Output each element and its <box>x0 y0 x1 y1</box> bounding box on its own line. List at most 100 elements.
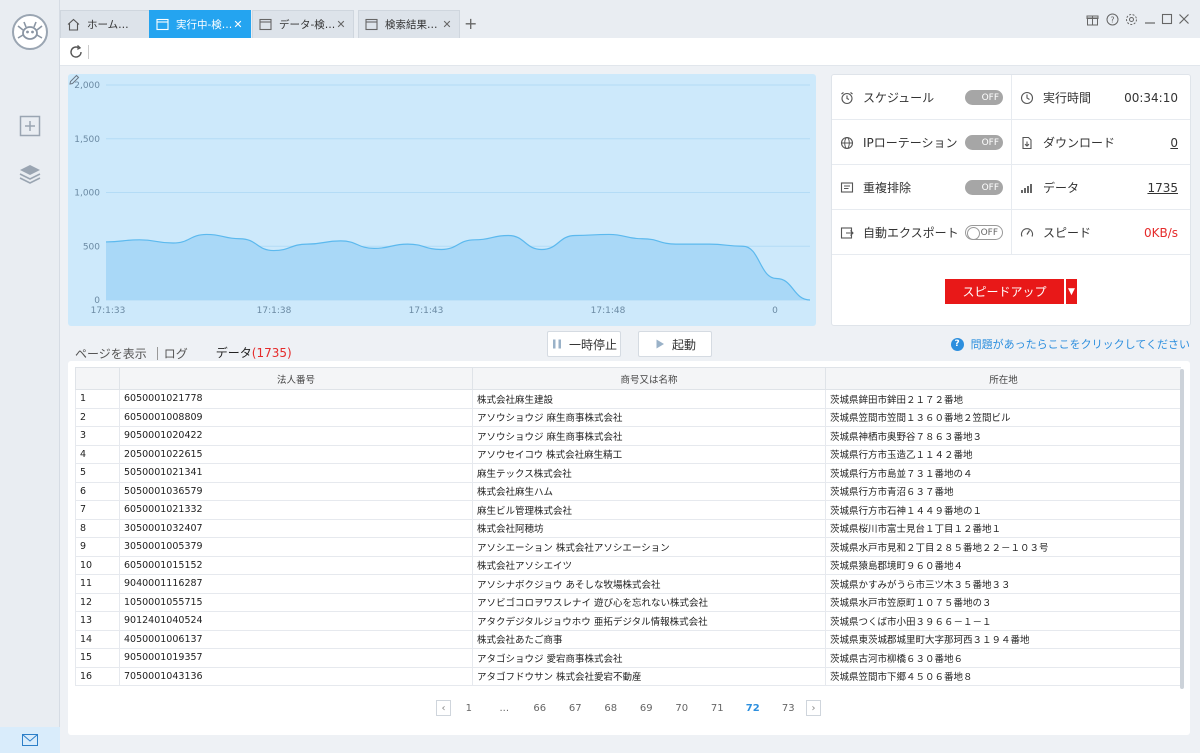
page-number[interactable]: 1 <box>451 703 487 714</box>
page-number: ... <box>499 702 510 714</box>
table-cell: 4 <box>75 444 120 464</box>
table-row[interactable]: 6 5050001036579 株式会社麻生ハム 茨城県行方市青沼６３７番地 <box>75 481 1181 501</box>
prev-page-icon[interactable]: ‹ <box>436 700 451 716</box>
stats-panel: スケジュール OFF 実行時間 00:34:10 IPローテーション OFF ダ… <box>831 74 1191 326</box>
table-cell: アタクデジタルジョウホウ 亜拓デジタル情報株式会社 <box>472 611 826 631</box>
tab-home[interactable]: ホーム… <box>60 10 162 38</box>
table-cell: 5 <box>75 463 120 483</box>
tab-label: 実行中-検… <box>176 19 232 31</box>
next-page-icon[interactable]: › <box>806 700 821 716</box>
download-stat: ダウンロード 0 <box>1012 120 1190 165</box>
dedup-toggle[interactable]: OFF <box>965 180 1003 195</box>
add-tab-icon[interactable]: + <box>464 14 477 33</box>
schedule-toggle[interactable]: OFF <box>965 90 1003 105</box>
close-icon[interactable]: ✕ <box>335 18 347 31</box>
page-number[interactable]: 69 <box>629 703 665 714</box>
reload-icon[interactable] <box>68 44 84 60</box>
table-row[interactable]: 9 3050001005379 アソシエーション 株式会社アソシエーション 茨城県水戸… <box>75 537 1181 557</box>
question-icon: ? <box>950 337 964 351</box>
table-row[interactable]: 7 6050001021332 麻生ビル管理株式会社 茨城県行方市石神１４４９番地の１ <box>75 500 1181 520</box>
layers-icon[interactable] <box>18 162 42 186</box>
table-row[interactable]: 8 3050001032407 株式会社阿穂坊 茨城県桜川市富士見台１丁目１２番地１ <box>75 518 1181 538</box>
table-cell: 3 <box>75 426 120 446</box>
window-icon <box>156 18 169 31</box>
page-number[interactable]: 70 <box>664 703 700 714</box>
table-cell: 茨城県神栖市奥野谷７８６３番地３ <box>825 426 1181 446</box>
table-row[interactable]: 4 2050001022615 アソウセイコウ 株式会社麻生精工 茨城県行方市玉造乙１… <box>75 444 1181 464</box>
tab-search-results[interactable]: 検索結果… ✕ <box>358 10 460 38</box>
mail-icon[interactable] <box>0 727 60 753</box>
table-scrollbar[interactable] <box>1180 369 1184 689</box>
table-cell: 9050001020422 <box>119 426 473 446</box>
table-row[interactable]: 10 6050001015152 株式会社アソシエイツ 茨城県猿島郡境町９６０番地４ <box>75 555 1181 575</box>
speedup-dropdown-icon[interactable]: ▼ <box>1065 279 1077 304</box>
close-icon[interactable]: ✕ <box>232 18 244 31</box>
page-number[interactable]: 67 <box>558 703 594 714</box>
tab-running[interactable]: 実行中-検… ✕ <box>149 10 251 38</box>
edit-icon[interactable] <box>68 74 80 86</box>
table-header-row: 法人番号 商号又は名称 所在地 <box>75 367 1181 390</box>
help-icon[interactable]: ? <box>1104 10 1120 28</box>
dedup-icon <box>840 181 854 193</box>
close-icon[interactable]: ✕ <box>441 18 453 31</box>
table-row[interactable]: 14 4050001006137 株式会社あたご商事 茨城県東茨城郡城里町大字那珂西３… <box>75 629 1181 649</box>
table-cell: 茨城県行方市青沼６３７番地 <box>825 481 1181 501</box>
table-row[interactable]: 15 9050001019357 アタゴショウジ 愛宕商事株式会社 茨城県古河市柳橋６… <box>75 648 1181 668</box>
page-list: 1... 66 67 68 69 70 71 72 73 <box>451 703 806 714</box>
table-cell: 3050001032407 <box>119 518 473 538</box>
start-label: 起動 <box>671 337 696 352</box>
table-cell: 6050001021778 <box>119 389 473 409</box>
pause-button[interactable]: 一時停止 <box>547 331 621 357</box>
chart-svg: 2,0001,5001,000500017:1:33 17:1:38 17:1:43… <box>74 81 811 316</box>
close-window-icon[interactable] <box>1176 10 1192 28</box>
table-row[interactable]: 16 7050001043136 アタゴフドウサン 株式会社愛宕不動産 茨城県笠間市下… <box>75 666 1181 686</box>
speed-label: スピード <box>1043 226 1092 240</box>
start-button[interactable]: 起動 <box>638 331 712 357</box>
export-icon <box>840 226 854 239</box>
table-cell: 9 <box>75 537 120 557</box>
table-cell: 茨城県猿島郡境町９６０番地４ <box>825 555 1181 575</box>
table-cell: 6 <box>75 481 120 501</box>
gift-icon[interactable] <box>1084 10 1100 28</box>
column-header[interactable]: 所在地 <box>825 367 1181 390</box>
download-value[interactable]: 0 <box>1170 136 1178 150</box>
table-cell: 4050001006137 <box>119 629 473 649</box>
minimize-icon[interactable] <box>1142 10 1158 28</box>
speedup-button[interactable]: スピードアップ <box>945 279 1064 304</box>
page-number[interactable]: 73 <box>771 703 807 714</box>
tab-data[interactable]: データ-検… ✕ <box>252 10 354 38</box>
speed-chart: 2,000 1,500 1,000 500 0 17:1:33 17:1:38 17:1:43… <box>68 74 816 326</box>
auto-export-toggle[interactable]: OFF <box>965 225 1003 240</box>
file-download-icon <box>1022 136 1032 149</box>
table-row[interactable]: 12 1050001055715 アソビゴコロヲワスレナイ 遊び心を忘れない株式会社… <box>75 592 1181 612</box>
maximize-icon[interactable] <box>1159 10 1175 28</box>
table-row[interactable]: 13 9012401040524 アタクデジタルジョウホウ 亜拓デジタル情報株式会社… <box>75 611 1181 631</box>
column-header[interactable]: 商号又は名称 <box>472 367 826 390</box>
settings-icon[interactable] <box>1123 10 1139 28</box>
tab-view-page[interactable]: ページを表示 <box>75 345 147 362</box>
help-link[interactable]: ? 問題があったらここをクリックしてください <box>950 336 1190 352</box>
table-row[interactable]: 5 5050001021341 麻生テックス株式会社 茨城県行方市島並７３１番地の４ <box>75 463 1181 483</box>
table-row[interactable]: 1 6050001021778 株式会社麻生建設 茨城県鉾田市鉾田２１７２番地 <box>75 389 1181 409</box>
table-cell: 15 <box>75 648 120 668</box>
page-number[interactable]: 71 <box>700 703 736 714</box>
table-row[interactable]: 11 9040001116287 アソシナボクジョウ あそしな牧場株式会社 茨城県かす… <box>75 574 1181 594</box>
new-task-icon[interactable] <box>18 114 42 138</box>
table-row[interactable]: 3 9050001020422 アソウショウジ 麻生商事株式会社 茨城県神栖市奥野谷７… <box>75 426 1181 446</box>
schedule-label: スケジュール <box>863 91 935 105</box>
table-cell: 株式会社あたご商事 <box>472 629 826 649</box>
page-number[interactable]: 68 <box>593 703 629 714</box>
data-value[interactable]: 1735 <box>1147 181 1178 195</box>
column-header[interactable]: 法人番号 <box>119 367 473 390</box>
ip-rotation-toggle[interactable]: OFF <box>965 135 1003 150</box>
table-cell: 茨城県東茨城郡城里町大字那珂西３１９４番地 <box>825 629 1181 649</box>
tab-log[interactable]: ログ <box>164 345 188 362</box>
table-row[interactable]: 2 6050001008809 アソウショウジ 麻生商事株式会社 茨城県笠間市笠間１３… <box>75 407 1181 427</box>
table-cell: 株式会社麻生ハム <box>472 481 826 501</box>
table-cell: 7050001043136 <box>119 666 473 686</box>
y-tick-label: 0 <box>94 296 100 306</box>
page-number[interactable]: 72 <box>735 703 771 714</box>
table-cell: 13 <box>75 611 120 631</box>
table-cell: 株式会社アソシエイツ <box>472 555 826 575</box>
page-number[interactable]: 66 <box>522 703 558 714</box>
